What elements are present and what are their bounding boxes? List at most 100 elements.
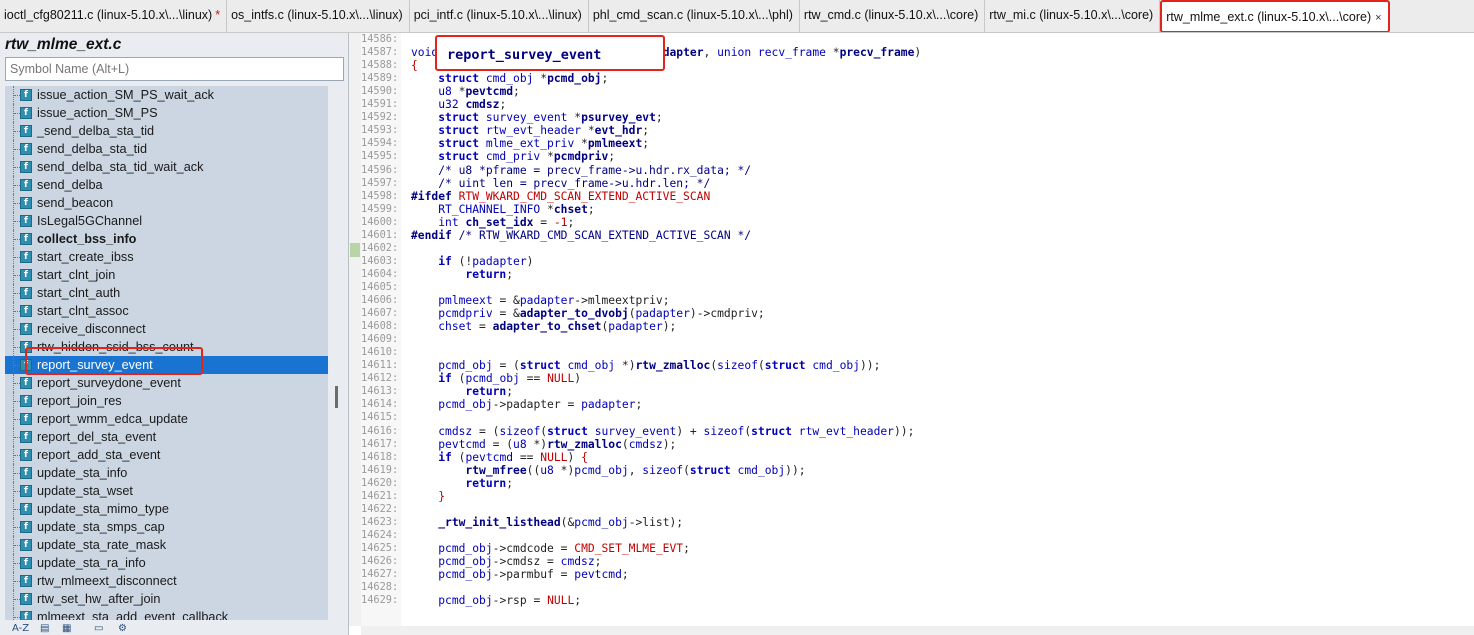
- symbol-list-item[interactable]: f update_sta_info: [5, 464, 328, 482]
- symbol-list-item[interactable]: f report_surveydone_event: [5, 374, 328, 392]
- symbol-list-item[interactable]: f start_clnt_auth: [5, 284, 328, 302]
- code-line[interactable]: struct survey_event *psurvey_evt;: [411, 111, 662, 124]
- code-line[interactable]: #ifdef RTW_WKARD_CMD_SCAN_EXTEND_ACTIVE_…: [411, 190, 710, 203]
- symbol-list-item[interactable]: f start_clnt_assoc: [5, 302, 328, 320]
- editor-tab[interactable]: os_intfs.c (linux-5.10.x\...\linux): [227, 0, 410, 32]
- symbol-list-item[interactable]: f report_join_res: [5, 392, 328, 410]
- code-line[interactable]: if (pevtcmd == NULL) {: [411, 451, 588, 464]
- code-line[interactable]: if (pcmd_obj == NULL): [411, 372, 581, 385]
- code-line[interactable]: struct rtw_evt_header *evt_hdr;: [411, 124, 649, 137]
- code-token: pcmd_obj: [465, 372, 520, 386]
- editor-tab[interactable]: rtw_mlme_ext.c (linux-5.10.x\...\core) ×: [1160, 0, 1390, 32]
- symbol-list-item[interactable]: f collect_bss_info: [5, 230, 328, 248]
- code-line[interactable]: #endif /* RTW_WKARD_CMD_SCAN_EXTEND_ACTI…: [411, 229, 751, 242]
- symbol-list-item[interactable]: f start_create_ibss: [5, 248, 328, 266]
- symbol-list-item[interactable]: f rtw_mlmeext_disconnect: [5, 572, 328, 590]
- line-number: 14624:: [361, 528, 399, 541]
- editor-tab[interactable]: rtw_mi.c (linux-5.10.x\...\core): [985, 0, 1161, 32]
- symbol-list-item[interactable]: f start_clnt_join: [5, 266, 328, 284]
- line-number: 14622:: [361, 502, 399, 515]
- code-line[interactable]: return;: [411, 268, 513, 281]
- code-line[interactable]: }: [411, 490, 445, 503]
- display-options-icon[interactable]: ▭: [94, 623, 103, 634]
- symbol-list-item[interactable]: f update_sta_wset: [5, 482, 328, 500]
- code-line[interactable]: struct cmd_obj *pcmd_obj;: [411, 72, 608, 85]
- code-line[interactable]: pcmd_obj->padapter = padapter;: [411, 398, 642, 411]
- code-line[interactable]: if (!padapter): [411, 255, 533, 268]
- code-line[interactable]: u32 cmdsz;: [411, 98, 506, 111]
- code-line[interactable]: pevtcmd = (u8 *)rtw_zmalloc(cmdsz);: [411, 438, 676, 451]
- symbol-list-item[interactable]: f send_beacon: [5, 194, 328, 212]
- sort-category-icon[interactable]: ▤: [40, 623, 49, 634]
- code-line[interactable]: RT_CHANNEL_INFO *chset;: [411, 203, 594, 216]
- code-line[interactable]: /* u8 *pframe = precv_frame->u.hdr.rx_da…: [411, 164, 751, 177]
- symbol-list-item[interactable]: f receive_disconnect: [5, 320, 328, 338]
- symbol-list-item[interactable]: f update_sta_mimo_type: [5, 500, 328, 518]
- code-line[interactable]: _rtw_init_listhead(&pcmd_obj->list);: [411, 516, 683, 529]
- code-line[interactable]: /* uint len = precv_frame->u.hdr.len; */: [411, 177, 710, 190]
- code-line[interactable]: return;: [411, 477, 513, 490]
- code-line[interactable]: return;: [411, 385, 513, 398]
- editor-tab[interactable]: ioctl_cfg80211.c (linux-5.10.x\...\linux…: [0, 0, 228, 32]
- code-line[interactable]: pcmdpriv = &adapter_to_dvobj(padapter)->…: [411, 307, 765, 320]
- code-line[interactable]: pcmd_obj->rsp = NULL;: [411, 594, 581, 607]
- code-line[interactable]: pcmd_obj = (struct cmd_obj *)rtw_zmalloc…: [411, 359, 880, 372]
- settings-gear-icon[interactable]: ⚙: [118, 623, 127, 634]
- symbol-list-item[interactable]: f report_add_sta_event: [5, 446, 328, 464]
- line-number: 14601:: [361, 228, 399, 241]
- code-line[interactable]: struct cmd_priv *pcmdpriv;: [411, 150, 615, 163]
- editor-tab[interactable]: rtw_cmd.c (linux-5.10.x\...\core): [800, 0, 986, 32]
- symbol-list-item[interactable]: f update_sta_smps_cap: [5, 518, 328, 536]
- code-line[interactable]: pcmd_obj->parmbuf = pevtcmd;: [411, 568, 628, 581]
- line-number: 14600:: [361, 215, 399, 228]
- symbol-list[interactable]: f issue_action_SM_PS_wait_ack f issue_actio…: [5, 86, 328, 620]
- code-line[interactable]: rtw_mfree((u8 *)pcmd_obj, sizeof(struct …: [411, 463, 805, 477]
- code-line[interactable]: pcmd_obj->cmdsz = cmdsz;: [411, 555, 601, 568]
- symbol-list-item[interactable]: f _send_delba_sta_tid: [5, 122, 328, 140]
- symbol-list-item[interactable]: f issue_action_SM_PS: [5, 104, 328, 122]
- symbol-list-item[interactable]: f issue_action_SM_PS_wait_ack: [5, 86, 328, 104]
- code-token: struct: [438, 150, 486, 164]
- code-line[interactable]: u8 *pevtcmd;: [411, 85, 520, 98]
- code-token: cmd_obj: [485, 72, 541, 86]
- code-token: union recv_frame: [717, 46, 833, 60]
- symbol-list-item[interactable]: f update_sta_ra_info: [5, 554, 328, 572]
- unsaved-indicator: *: [215, 8, 221, 22]
- symbol-list-item[interactable]: f report_wmm_edca_update: [5, 410, 328, 428]
- editor-tab[interactable]: phl_cmd_scan.c (linux-5.10.x\...\phl): [589, 0, 800, 32]
- symbol-list-item[interactable]: f rtw_set_hw_after_join: [5, 590, 328, 608]
- function-name[interactable]: report_survey_event: [447, 47, 601, 63]
- scrollbar-thumb[interactable]: [335, 386, 338, 408]
- symbol-list-item[interactable]: f mlmeext_sta_add_event_callback: [5, 608, 328, 620]
- code-editor[interactable]: 14586: 14587: 14588: 14589: 14590: 14591: 1459…: [349, 33, 1474, 635]
- code-line[interactable]: struct mlme_ext_priv *pmlmeext;: [411, 137, 649, 150]
- function-icon: f: [20, 485, 32, 497]
- editor-tab[interactable]: pci_intf.c (linux-5.10.x\...\linux): [410, 0, 589, 32]
- code-token: ;: [601, 72, 609, 86]
- code-token: (: [683, 463, 690, 477]
- code-line[interactable]: int ch_set_idx = -1;: [411, 216, 574, 229]
- symbol-name: send_beacon: [37, 196, 114, 210]
- symbol-list-item[interactable]: f update_sta_rate_mask: [5, 536, 328, 554]
- symbol-list-item[interactable]: f send_delba_sta_tid: [5, 140, 328, 158]
- code-line[interactable]: pcmd_obj->cmdcode = CMD_SET_MLME_EVT;: [411, 542, 690, 555]
- close-tab-icon[interactable]: ×: [1375, 12, 1381, 24]
- symbol-type-icon[interactable]: ▦: [62, 623, 71, 634]
- sort-alpha-button[interactable]: A-Z: [12, 623, 29, 634]
- code-line[interactable]: cmdsz = (sizeof(struct survey_event) + s…: [411, 425, 914, 438]
- code-line[interactable]: chset = adapter_to_chset(padapter);: [411, 320, 676, 333]
- symbol-list-item[interactable]: f send_delba: [5, 176, 328, 194]
- symbol-list-item[interactable]: f IsLegal5GChannel: [5, 212, 328, 230]
- symbol-search-input[interactable]: [5, 57, 344, 81]
- symbol-list-scrollbar[interactable]: [329, 86, 345, 620]
- symbol-list-item[interactable]: f rtw_hidden_ssid_bss_count: [5, 338, 328, 356]
- function-icon: f: [20, 197, 32, 209]
- code-line[interactable]: pmlmeext = &padapter->mlmeextpriv;: [411, 294, 669, 307]
- code-line[interactable]: {: [411, 59, 418, 72]
- symbol-list-item[interactable]: f send_delba_sta_tid_wait_ack: [5, 158, 328, 176]
- code-token: (: [628, 307, 636, 321]
- editor-horizontal-scrollbar[interactable]: [361, 626, 1474, 635]
- symbol-list-item[interactable]: f report_del_sta_event: [5, 428, 328, 446]
- symbol-list-item[interactable]: f report_survey_event: [5, 356, 328, 374]
